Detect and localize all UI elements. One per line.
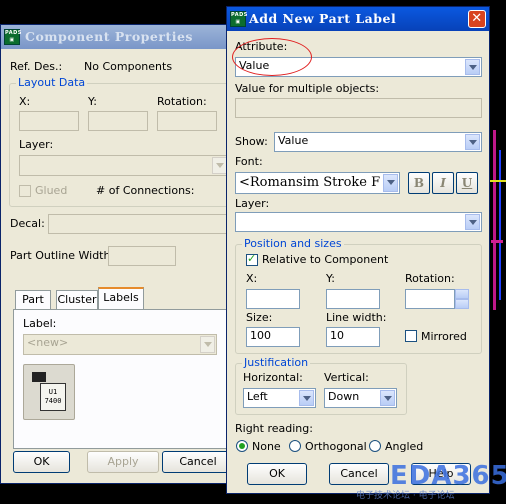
rr-none-label: None (252, 440, 281, 453)
rotation-spinner[interactable] (455, 289, 469, 309)
rr-angled-radio[interactable] (369, 440, 381, 452)
y-label: Y: (88, 95, 97, 108)
mirrored-label: Mirrored (421, 330, 467, 343)
chevron-down-icon (212, 157, 227, 174)
close-button[interactable]: ✕ (468, 10, 486, 28)
connections-label: # of Connections: (96, 184, 195, 197)
pads-app-icon: PADS ▣ (4, 29, 22, 45)
chevron-down-icon (465, 134, 480, 150)
spin-down-icon (455, 299, 469, 309)
part-label-icon-button[interactable]: U1 7400 (23, 364, 75, 420)
close-icon: ✕ (471, 11, 483, 26)
cancel-button[interactable]: Cancel (162, 451, 234, 473)
label-window-titlebar[interactable]: PADS ▣ Add New Part Label ✕ (227, 7, 489, 31)
chevron-down-icon (380, 390, 395, 406)
component-window-titlebar[interactable]: PADS ▣ Component Properties (1, 25, 231, 49)
font-dropdown[interactable]: <Romansim Stroke F (235, 172, 400, 194)
layer-label: Layer: (235, 197, 270, 210)
vertical-dropdown[interactable]: Down (324, 388, 397, 408)
y-label: Y: (326, 272, 335, 285)
chevron-down-icon (465, 214, 480, 230)
rotation-field[interactable] (405, 289, 455, 309)
chevron-down-icon (383, 174, 398, 192)
layer-label: Layer: (19, 138, 54, 151)
decal-label: Decal: (10, 217, 45, 230)
watermark-subtitle: 电子技术论坛 · 电子论坛 (356, 491, 455, 501)
vertical-label: Vertical: (324, 371, 369, 384)
ok-button[interactable]: OK (13, 451, 70, 473)
tab-labels[interactable]: Labels (98, 287, 144, 310)
y-field[interactable] (326, 289, 380, 309)
x-field[interactable] (246, 289, 300, 309)
ref-des-label: Ref. Des.: (10, 60, 63, 73)
bold-button[interactable]: B (408, 172, 430, 194)
right-reading-label: Right reading: (235, 422, 313, 435)
apply-button[interactable]: Apply (87, 451, 159, 473)
font-label: Font: (235, 155, 263, 168)
outline-width-field[interactable] (108, 246, 176, 266)
rr-none-radio[interactable] (236, 440, 248, 452)
justification-group-label: Justification (242, 356, 311, 369)
show-label: Show: (235, 135, 268, 148)
x-label: X: (19, 95, 31, 108)
italic-button[interactable]: I (432, 172, 454, 194)
add-part-label-window: PADS ▣ Add New Part Label ✕ Attribute: Va… (226, 6, 490, 494)
pads-app-icon: PADS ▣ (230, 11, 248, 27)
y-field[interactable] (88, 111, 148, 131)
eda365-watermark: EDA365 电子技术论坛 · 电子论坛 (352, 452, 506, 502)
x-label: X: (246, 272, 258, 285)
watermark-brand: EDA365 (390, 461, 506, 491)
rotation-label: Rotation: (157, 95, 207, 108)
tab-cluster[interactable]: Cluster (56, 290, 98, 309)
relative-label: Relative to Component (262, 253, 389, 266)
horizontal-dropdown[interactable]: Left (243, 388, 316, 408)
underline-button[interactable]: U (456, 172, 478, 194)
chip-icon (32, 372, 46, 382)
show-dropdown[interactable]: Value (274, 132, 482, 152)
label-dropdown[interactable]: <new> (23, 334, 217, 355)
highlight-ellipse (232, 38, 312, 76)
line-width-label: Line width: (326, 311, 387, 324)
rotation-field[interactable] (157, 111, 217, 131)
outline-width-label: Part Outline Width: (10, 249, 115, 262)
size-field[interactable]: 100 (246, 327, 300, 347)
glued-label: Glued (35, 184, 68, 197)
component-window-title: Component Properties (25, 29, 193, 44)
multi-value-field[interactable] (235, 98, 482, 118)
layout-data-label: Layout Data (16, 76, 88, 89)
line-width-field[interactable]: 10 (326, 327, 380, 347)
chevron-down-icon (200, 336, 215, 353)
chevron-down-icon (299, 390, 314, 406)
position-group-label: Position and sizes (242, 237, 344, 250)
multi-label: Value for multiple objects: (235, 82, 380, 95)
x-field[interactable] (19, 111, 79, 131)
pcb-background (490, 120, 506, 360)
chevron-down-icon (465, 59, 480, 75)
horizontal-label: Horizontal: (243, 371, 303, 384)
glued-checkbox[interactable] (19, 185, 31, 197)
rr-orthogonal-radio[interactable] (289, 440, 301, 452)
tab-part[interactable]: Part (15, 290, 51, 309)
spin-up-icon (455, 289, 469, 299)
mirrored-checkbox[interactable] (405, 330, 417, 342)
component-properties-window: PADS ▣ Component Properties Ref. Des.: No… (0, 24, 239, 484)
relative-checkbox[interactable] (246, 252, 258, 266)
layer-dropdown[interactable] (19, 155, 229, 176)
edit-label-icon: U1 7400 (40, 383, 66, 411)
label-window-title: Add New Part Label (249, 11, 397, 26)
rotation-label: Rotation: (405, 272, 455, 285)
label-label: Label: (23, 317, 57, 330)
size-label: Size: (246, 311, 273, 324)
ok-button[interactable]: OK (247, 463, 307, 485)
ref-des-value: No Components (84, 60, 173, 73)
decal-field[interactable] (48, 214, 228, 234)
layer-dropdown[interactable] (235, 212, 482, 232)
